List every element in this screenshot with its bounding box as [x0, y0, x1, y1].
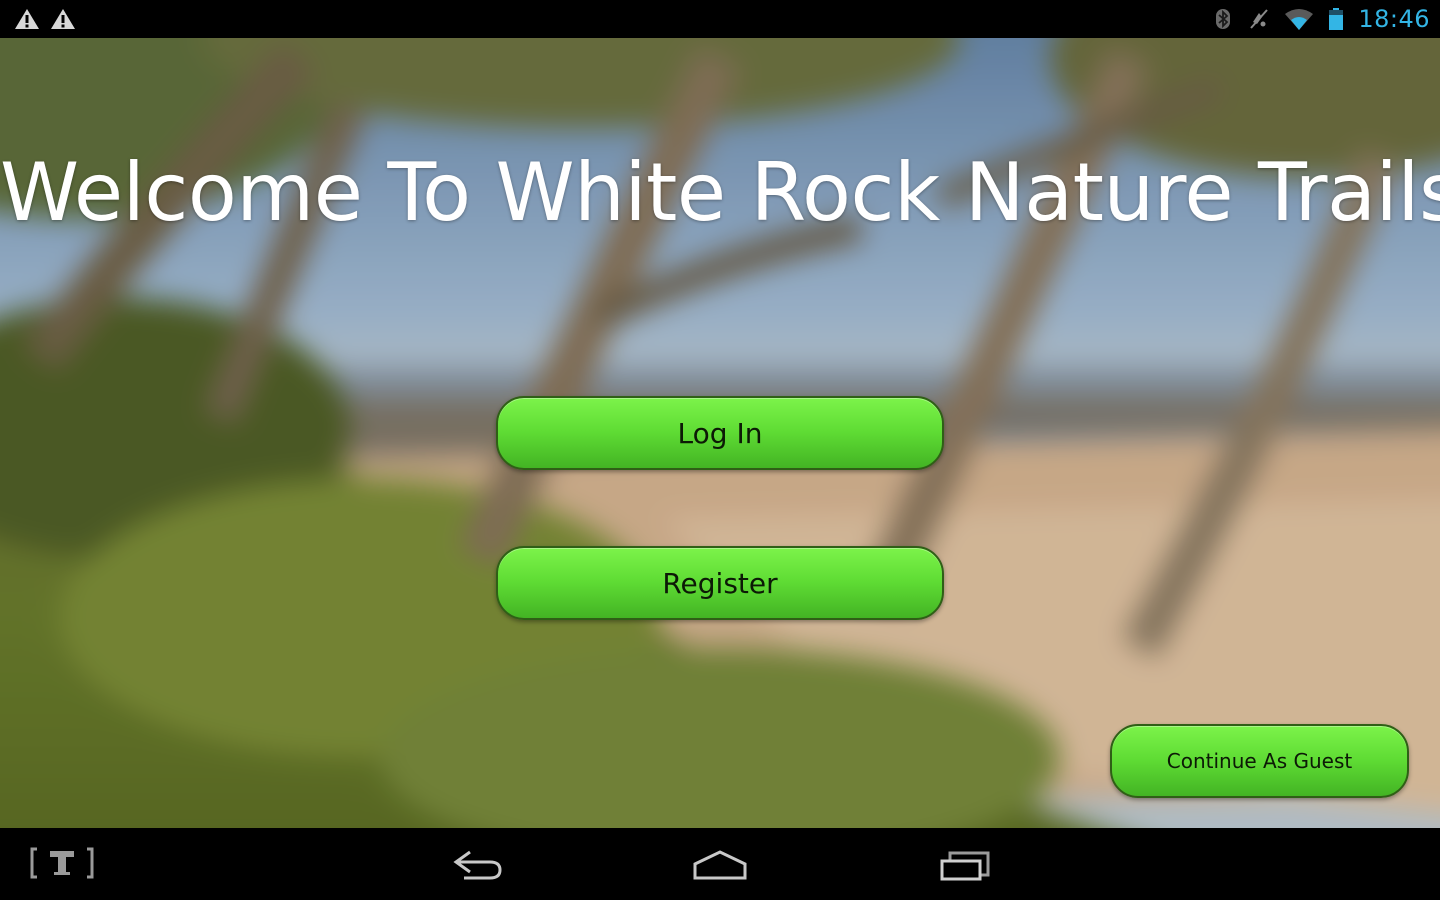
- status-bar: 18:46: [0, 0, 1440, 38]
- register-button-label: Register: [662, 566, 778, 600]
- device-screen: 18:46 Welcome To White Rock Nature Trail…: [0, 0, 1440, 900]
- wifi-icon: [1285, 9, 1314, 30]
- status-icons: 18:46: [1212, 0, 1430, 38]
- warning-icon: [15, 9, 39, 29]
- welcome-title: Welcome To White Rock Nature Trails: [0, 146, 1440, 239]
- home-icon[interactable]: [688, 844, 752, 884]
- bluetooth-icon: [1216, 9, 1231, 29]
- app-content: Welcome To White Rock Nature Trails Log …: [0, 38, 1440, 828]
- login-button-label: Log In: [677, 416, 763, 450]
- tt-app-icon[interactable]: [30, 846, 94, 880]
- continue-as-guest-label: Continue As Guest: [1166, 749, 1353, 773]
- navigation-bar: [0, 828, 1440, 900]
- warning-icon: [51, 9, 75, 29]
- back-icon[interactable]: [446, 844, 510, 884]
- continue-as-guest-button[interactable]: Continue As Guest: [1110, 724, 1409, 798]
- register-button[interactable]: Register: [496, 546, 944, 620]
- recents-icon[interactable]: [932, 844, 996, 884]
- status-clock: 18:46: [1358, 5, 1430, 33]
- battery-icon: [1329, 8, 1344, 30]
- login-button[interactable]: Log In: [496, 396, 944, 470]
- muted-icon: [1250, 9, 1269, 29]
